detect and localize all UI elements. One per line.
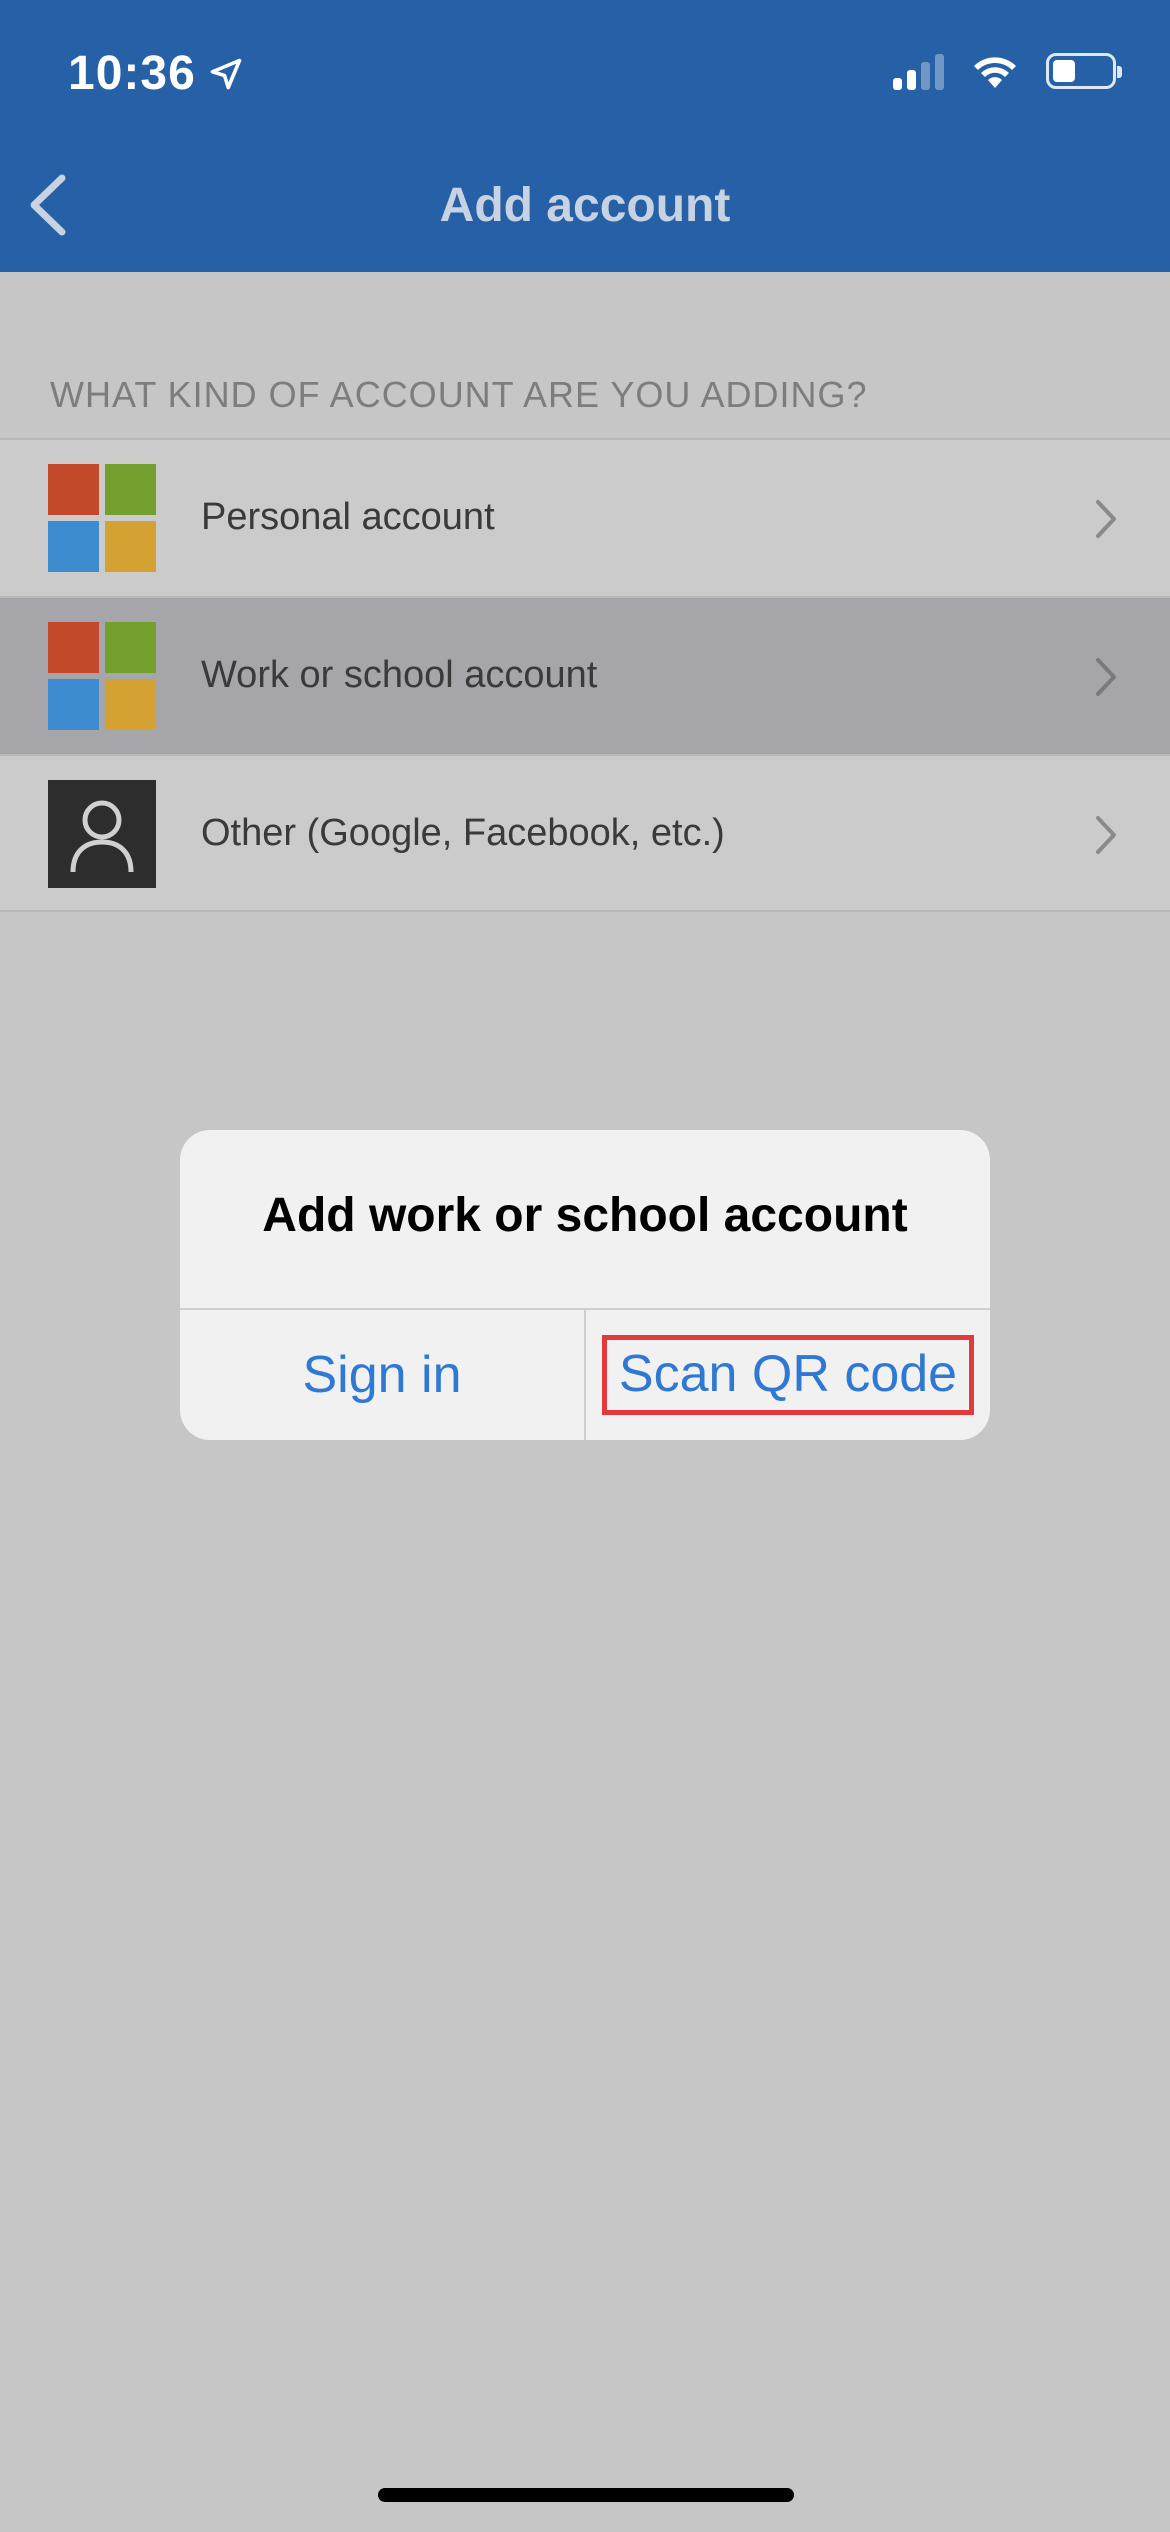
sign-in-button[interactable]: Sign in <box>180 1310 584 1440</box>
wifi-icon <box>974 57 1016 88</box>
chevron-right-icon <box>1096 658 1116 696</box>
work-or-school-account-row[interactable]: Work or school account <box>0 596 1170 754</box>
other-account-row[interactable]: Other (Google, Facebook, etc.) <box>0 754 1170 912</box>
row-label: Personal account <box>201 496 495 538</box>
row-label: Work or school account <box>201 654 598 696</box>
section-header: WHAT KIND OF ACCOUNT ARE YOU ADDING? <box>50 374 868 415</box>
location-arrow-icon <box>210 58 242 89</box>
add-work-account-dialog: Add work or school account Sign in Scan … <box>180 1130 990 1440</box>
status-indicators <box>893 52 1122 90</box>
chevron-right-icon <box>1096 500 1116 538</box>
home-indicator[interactable] <box>378 2488 794 2502</box>
microsoft-logo-icon <box>48 464 156 572</box>
row-label: Other (Google, Facebook, etc.) <box>201 812 725 854</box>
status-time: 10:36 <box>68 46 244 101</box>
person-icon <box>48 780 156 888</box>
microsoft-logo-icon <box>48 622 156 730</box>
app-header: 10:36 Add account <box>0 0 1170 272</box>
scan-qr-code-button[interactable]: Scan QR code <box>586 1310 990 1440</box>
scan-qr-code-label: Scan QR code <box>601 1335 975 1415</box>
battery-icon <box>1046 53 1122 89</box>
cellular-signal-icon <box>893 52 944 90</box>
sign-in-label: Sign in <box>302 1346 462 1404</box>
status-time-text: 10:36 <box>68 47 196 100</box>
account-type-list: Personal account Work or school account … <box>0 438 1170 912</box>
dialog-title: Add work or school account <box>262 1189 908 1242</box>
page-title: Add account <box>439 179 731 232</box>
chevron-right-icon <box>1096 816 1116 854</box>
personal-account-row[interactable]: Personal account <box>0 438 1170 596</box>
